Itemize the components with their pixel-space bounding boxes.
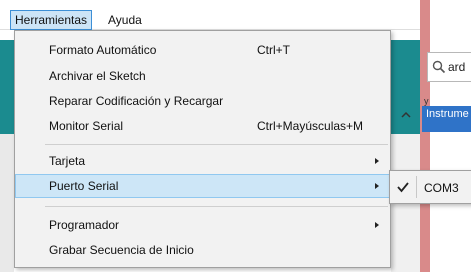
menu-item-monitor-serial[interactable]: Monitor Serial Ctrl+Mayúsculas+M <box>15 114 390 138</box>
library-selected-item[interactable]: Instrume <box>422 106 471 132</box>
search-icon <box>432 60 446 74</box>
screenshot: ard y Instrume Herramientas Ayuda Format… <box>0 0 471 272</box>
menu-item-label: Programador <box>49 218 120 232</box>
menu-item-shortcut: Ctrl+T <box>257 43 290 57</box>
puerto-serial-submenu: COM3 <box>389 170 471 204</box>
menu-separator <box>45 206 388 207</box>
menu-item-puerto-serial[interactable]: Puerto Serial <box>15 174 390 198</box>
checkmark-icon <box>397 182 409 193</box>
menu-item-reparar-codificacion[interactable]: Reparar Codificación y Recargar <box>15 89 390 113</box>
menu-ayuda[interactable]: Ayuda <box>104 10 146 30</box>
menu-item-label: Grabar Secuencia de Inicio <box>49 243 194 257</box>
search-value: ard <box>448 60 466 74</box>
chevron-up-icon[interactable] <box>399 108 413 122</box>
menu-item-shortcut: Ctrl+Mayúsculas+M <box>257 119 364 133</box>
chevron-right-icon <box>375 183 379 189</box>
menu-bar: Herramientas Ayuda <box>0 10 420 30</box>
menu-item-formato-automatico[interactable]: Formato Automático Ctrl+T <box>15 38 390 62</box>
menu-herramientas[interactable]: Herramientas <box>10 10 93 30</box>
submenu-item-label: COM3 <box>424 181 459 195</box>
menu-item-label: Puerto Serial <box>49 179 119 193</box>
menu-item-tarjeta[interactable]: Tarjeta <box>15 149 390 173</box>
editor-toolbar-left <box>0 40 14 134</box>
menu-item-label: Tarjeta <box>49 154 86 168</box>
chevron-right-icon <box>375 158 379 164</box>
menu-item-grabar-secuencia[interactable]: Grabar Secuencia de Inicio <box>15 238 390 262</box>
menu-separator <box>45 144 388 145</box>
panel-column-label: y <box>424 96 429 106</box>
herramientas-dropdown: Formato Automático Ctrl+T Archivar el Sk… <box>14 30 391 268</box>
menu-item-archivar-sketch[interactable]: Archivar el Sketch <box>15 64 390 88</box>
submenu-divider <box>416 176 417 198</box>
menu-item-label: Archivar el Sketch <box>49 69 146 83</box>
menu-item-label: Reparar Codificación y Recargar <box>49 94 224 108</box>
menu-item-label: Formato Automático <box>49 43 157 57</box>
library-panel <box>430 0 471 272</box>
library-search-input[interactable]: ard <box>427 52 471 82</box>
editor-area-left <box>0 134 14 272</box>
menu-item-programador[interactable]: Programador <box>15 213 390 237</box>
chevron-right-icon <box>375 222 379 228</box>
window-border <box>420 0 430 272</box>
submenu-item-com3[interactable]: COM3 <box>390 173 471 201</box>
menu-item-label: Monitor Serial <box>49 119 124 133</box>
